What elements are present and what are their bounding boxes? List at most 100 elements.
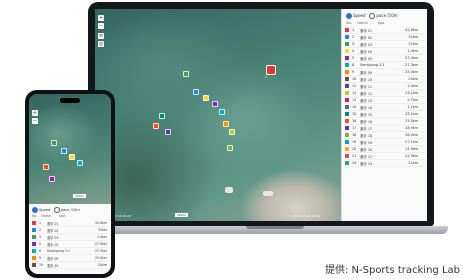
map-scale-bar: 200m [175,213,188,217]
phone-mode-toggle[interactable]: Speed pace /10m [32,207,80,213]
athlete-marker[interactable] [51,140,57,146]
phone-screen: + − 200m Speed pace /10m No. Name Spd 1 選… [29,94,111,274]
athlete-marker[interactable] [227,145,233,151]
athlete-marker[interactable] [229,129,235,135]
speed-radio[interactable] [346,13,352,19]
athlete-number: 19 [352,140,357,144]
phone-leaderboard-row[interactable]: 5 選手 05 27.4km [32,241,108,248]
athlete-number: 1 [352,28,355,32]
zoom-out-button[interactable]: − [98,23,104,29]
leaderboard-row[interactable]: 17 選手 17 28.9km [345,125,425,132]
athlete-marker[interactable] [159,113,165,119]
phone-speed-label: Speed [39,208,51,212]
athlete-color-swatch [32,249,36,253]
phone-leaderboard-row[interactable]: 10 選手 10 24km [32,262,108,269]
athlete-name: 選手 09 [360,70,373,75]
athlete-color-swatch [32,221,36,225]
athlete-marker[interactable] [219,109,225,115]
athlete-number: 24 [352,161,357,165]
athlete-marker[interactable] [203,95,209,101]
leaderboard-row[interactable]: 18 選手 18 28.4km [345,132,425,139]
athlete-marker[interactable] [212,101,218,107]
athlete-color-swatch [345,70,349,74]
athlete-color-swatch [345,63,349,67]
leaderboard-row[interactable]: 12 選手 12 23.1km [345,90,425,97]
leaderboard-row[interactable]: 11 選手 11 1.4km [345,83,425,90]
athlete-name: Somkpong 3.1 [47,249,71,253]
athlete-number: 15 [352,112,357,116]
phone-column-number: No. [32,214,38,218]
athlete-marker[interactable] [193,89,199,95]
phone-leaderboard-row[interactable]: 1 選手 01 32.6km [32,220,108,227]
zoom-in-button[interactable]: + [98,15,104,21]
athlete-marker[interactable] [43,164,49,170]
phone-leaderboard-row[interactable]: 3 選手 03 1.4km [32,234,108,241]
leaderboard-row[interactable]: 21 選手 21 21.5km [345,153,425,160]
athlete-speed: 24km [408,77,418,81]
phone-speed-radio[interactable] [32,207,38,213]
athlete-name: 選手 18 [360,133,373,138]
leaderboard-header: No. Name Spd [346,21,384,25]
athlete-speed: 22km [408,161,418,165]
leaderboard-row[interactable]: 1 選手 01 32.6km [345,27,425,34]
athlete-marker[interactable] [49,176,55,182]
leaderboard-row[interactable]: 20 選手 20 22.9km [345,146,425,153]
phone-satellite-map[interactable]: + − 200m [29,94,111,204]
satellite-map[interactable]: + − ≡ ◎ 1 200m 14:15:22 2024-03-02 14:16 [95,9,341,221]
athlete-color-swatch [345,84,349,88]
athlete-name: 選手 13 [360,98,373,103]
leaderboard-row[interactable]: 13 選手 13 2.7km [345,97,425,104]
phone-zoom-out-button[interactable]: − [32,118,38,124]
dynamic-island [60,98,80,103]
leaderboard-row[interactable]: 10 選手 10 24km [345,76,425,83]
athlete-name: 選手 17 [360,126,373,131]
athlete-marker[interactable] [153,123,159,129]
phone-zoom-in-button[interactable]: + [32,110,38,116]
athlete-number: 3 [39,235,42,239]
leaderboard-row[interactable]: 9 選手 09 25.5km [345,69,425,76]
leaderboard-row[interactable]: 14 選手 14 1.1km [345,104,425,111]
athlete-marker[interactable] [223,121,229,127]
phone-leaderboard-row[interactable]: 2 選手 02 31km [32,227,108,234]
athlete-marker[interactable] [165,129,171,135]
phone-leaderboard-row[interactable]: 9 選手 09 25.5km [32,255,108,262]
leaderboard-row[interactable]: 15 選手 15 33.1km [345,111,425,118]
athlete-marker[interactable] [183,71,189,77]
pace-radio[interactable] [369,13,376,19]
athlete-color-swatch [345,49,349,53]
athlete-color-swatch [345,126,349,130]
lead-athlete-marker[interactable] [266,65,276,75]
leaderboard-row[interactable]: 3 選手 03 31km [345,41,425,48]
athlete-name: 選手 02 [360,35,373,40]
mode-toggle[interactable]: Speed pace /10m [346,13,398,19]
athlete-color-swatch [345,161,349,165]
phone-column-speed: Spd [58,214,65,218]
phone-pace-radio[interactable] [53,207,60,213]
athlete-speed: 25.5km [405,70,418,74]
layers-icon[interactable]: ≡ [98,33,104,39]
leaderboard-row[interactable]: 4 選手 04 1.4km [345,48,425,55]
building-shape [263,191,273,196]
athlete-marker[interactable] [77,160,83,166]
leaderboard-row[interactable]: 2 選手 02 31km [345,34,425,41]
athlete-marker[interactable] [61,148,67,154]
athlete-color-swatch [32,242,36,246]
athlete-number: 17 [352,126,357,130]
athlete-speed: 22.9km [405,147,418,151]
phone-leaderboard-row[interactable]: 8 Somkpong 3.1 27.3km [32,248,108,255]
athlete-name: 選手 03 [47,235,59,240]
leaderboard-row[interactable]: 5 選手 05 27.4km [345,55,425,62]
athlete-color-swatch [345,147,349,151]
athlete-number: 8 [39,249,42,253]
leaderboard-row[interactable]: 19 選手 19 27.1km [345,139,425,146]
leaderboard-row[interactable]: 24 選手 24 22km [345,160,425,167]
athlete-number: 13 [352,98,357,102]
leaderboard-row[interactable]: 8 Somkpong 3.1 27.3km [345,62,425,69]
locate-icon[interactable]: ◎ [98,41,104,47]
athlete-marker[interactable] [69,154,75,160]
leaderboard-row[interactable]: 16 選手 16 33.5km [345,118,425,125]
athlete-name: 選手 09 [47,256,59,261]
athlete-name: 選手 20 [360,147,373,152]
athlete-speed: 32.6km [405,28,418,32]
athlete-name: 選手 21 [360,154,373,159]
